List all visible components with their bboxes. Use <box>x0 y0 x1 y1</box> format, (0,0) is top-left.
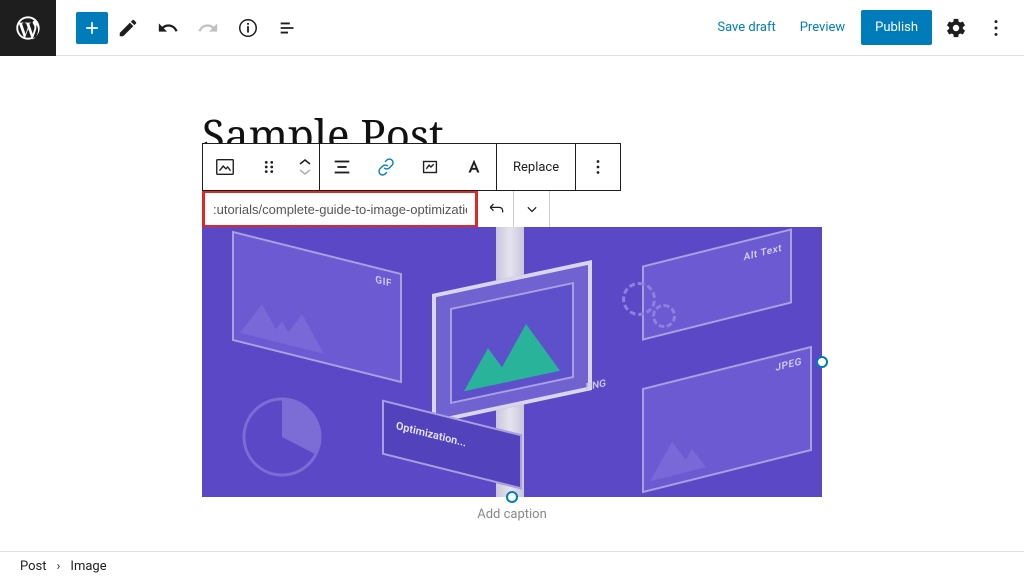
settings-button[interactable] <box>936 8 976 48</box>
illustration-pie <box>237 392 327 482</box>
publish-button[interactable]: Publish <box>861 10 932 45</box>
pencil-icon <box>117 17 139 39</box>
top-toolbar: Save draft Preview Publish <box>0 0 1024 56</box>
plus-icon <box>82 18 102 38</box>
replace-button[interactable]: Replace <box>497 144 575 190</box>
list-view-icon <box>277 17 299 39</box>
image-block[interactable]: GIF Alt Text JPEG <box>202 227 822 497</box>
illustration-gears <box>622 282 682 332</box>
redo-icon <box>197 17 219 39</box>
outline-button[interactable] <box>268 8 308 48</box>
chevron-down-icon <box>522 199 542 219</box>
more-menu-button[interactable] <box>976 8 1016 48</box>
align-button[interactable] <box>320 144 364 190</box>
kebab-icon <box>985 17 1007 39</box>
link-button[interactable] <box>364 144 408 190</box>
editor-canvas: Sample Post <box>0 56 1024 551</box>
image-content: GIF Alt Text JPEG <box>202 227 822 497</box>
undo-button[interactable] <box>148 8 188 48</box>
illustration-jpeg-card: JPEG <box>642 346 812 493</box>
add-block-button[interactable] <box>76 12 108 44</box>
link-apply-button[interactable] <box>478 190 514 228</box>
jpeg-label: JPEG <box>776 356 802 374</box>
chevron-down-icon <box>298 167 312 177</box>
png-label: PNG <box>586 378 606 393</box>
undo-icon <box>157 17 179 39</box>
preview-button[interactable]: Preview <box>788 12 857 43</box>
opt-label: Optimization... <box>396 419 466 450</box>
image-caption[interactable]: Add caption <box>202 507 822 522</box>
info-button[interactable] <box>228 8 268 48</box>
alt-label: Alt Text <box>744 243 782 264</box>
block-breadcrumb: Post › Image <box>0 551 1024 581</box>
breadcrumb-current[interactable]: Image <box>70 559 106 574</box>
link-popover <box>202 190 822 228</box>
resize-handle-bottom[interactable] <box>506 491 518 503</box>
illustration-center-frame: PNG <box>432 260 592 424</box>
crop-icon <box>419 156 441 178</box>
breadcrumb-root[interactable]: Post <box>20 559 47 574</box>
align-icon <box>331 156 353 178</box>
image-icon <box>214 156 236 178</box>
move-arrows[interactable] <box>291 144 319 190</box>
text-overlay-button[interactable] <box>452 144 496 190</box>
text-overlay-icon <box>463 156 485 178</box>
link-input-highlight <box>202 190 478 228</box>
redo-button[interactable] <box>188 8 228 48</box>
return-icon <box>486 199 506 219</box>
link-icon <box>375 156 397 178</box>
crop-button[interactable] <box>408 144 452 190</box>
drag-icon <box>258 156 280 178</box>
drag-handle[interactable] <box>247 144 291 190</box>
block-more-button[interactable] <box>576 144 620 190</box>
chevron-up-icon <box>298 157 312 167</box>
block-toolbar: Replace <box>202 143 621 191</box>
wordpress-icon <box>14 14 42 42</box>
gif-label: GIF <box>375 275 392 290</box>
wp-logo[interactable] <box>0 0 56 56</box>
resize-handle-right[interactable] <box>816 356 828 368</box>
edit-mode-button[interactable] <box>108 8 148 48</box>
kebab-icon <box>587 156 609 178</box>
breadcrumb-separator: › <box>57 559 61 574</box>
link-settings-toggle[interactable] <box>514 190 550 228</box>
link-url-input[interactable] <box>213 202 467 217</box>
info-icon <box>237 17 259 39</box>
gear-icon <box>945 17 967 39</box>
save-draft-button[interactable]: Save draft <box>705 12 787 43</box>
illustration-gif-card: GIF <box>232 231 402 383</box>
block-type-image-button[interactable] <box>203 144 247 190</box>
